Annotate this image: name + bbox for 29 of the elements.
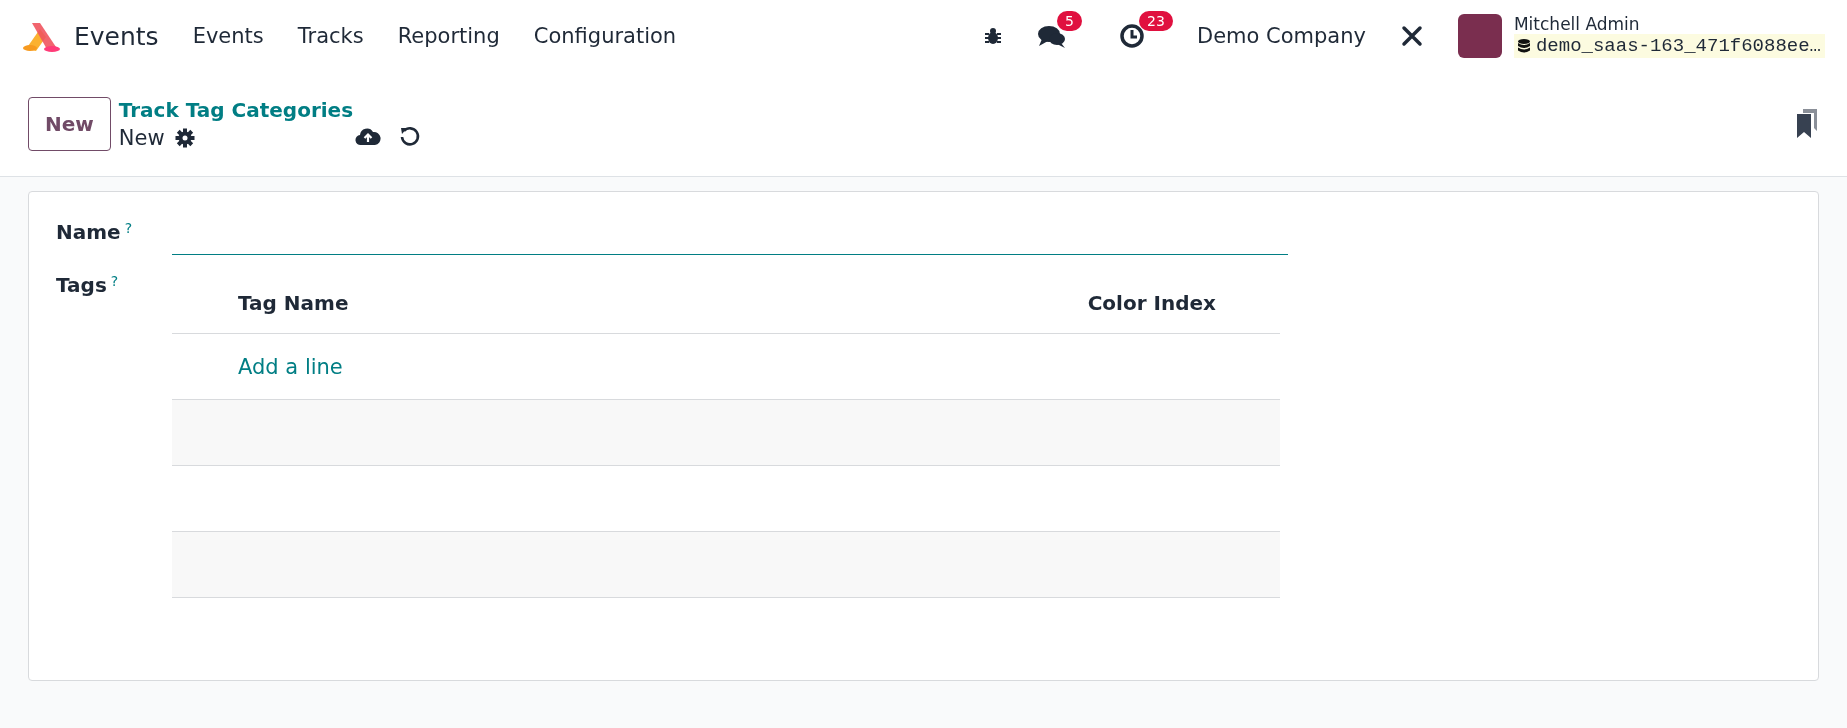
menu-item[interactable]: Reporting xyxy=(397,24,500,48)
message-count-badge: 5 xyxy=(1056,11,1082,31)
column-header[interactable]: Tag Name xyxy=(238,291,349,315)
undo-icon[interactable] xyxy=(398,125,421,147)
add-line-link[interactable]: Add a line xyxy=(238,354,343,379)
avatar-icon[interactable] xyxy=(1457,14,1502,58)
activity-count-badge: 23 xyxy=(1138,11,1173,31)
menu-item[interactable]: Tracks xyxy=(297,24,364,48)
bug-icon[interactable] xyxy=(982,26,1003,46)
company-switcher[interactable]: Demo Company xyxy=(1196,24,1366,48)
field-label: Tags xyxy=(56,273,107,297)
app-name[interactable]: Events xyxy=(74,21,159,51)
settings-icon[interactable] xyxy=(174,128,195,148)
breadcrumb-link[interactable]: Track Tag Categories xyxy=(118,98,355,122)
record-title: New xyxy=(118,126,165,150)
user-name[interactable]: Mitchell Admin xyxy=(1513,14,1825,34)
clock-icon[interactable] xyxy=(1118,23,1145,49)
help-tooltip[interactable]: ? xyxy=(124,220,133,236)
database-name: demo_saas-163_471f6088ee… xyxy=(1535,35,1821,57)
column-header[interactable]: Color Index xyxy=(1087,291,1216,315)
database-icon xyxy=(1517,39,1530,53)
chat-icon[interactable] xyxy=(1036,23,1067,49)
cloud-upload-icon[interactable] xyxy=(354,126,381,146)
menu-item[interactable]: Configuration xyxy=(533,24,677,48)
menu-item[interactable]: Events xyxy=(192,24,264,48)
help-tooltip[interactable]: ? xyxy=(110,273,119,289)
bookmark-icon[interactable] xyxy=(1795,109,1819,139)
new-button[interactable]: New xyxy=(28,97,111,151)
field-label: Name xyxy=(56,220,121,244)
